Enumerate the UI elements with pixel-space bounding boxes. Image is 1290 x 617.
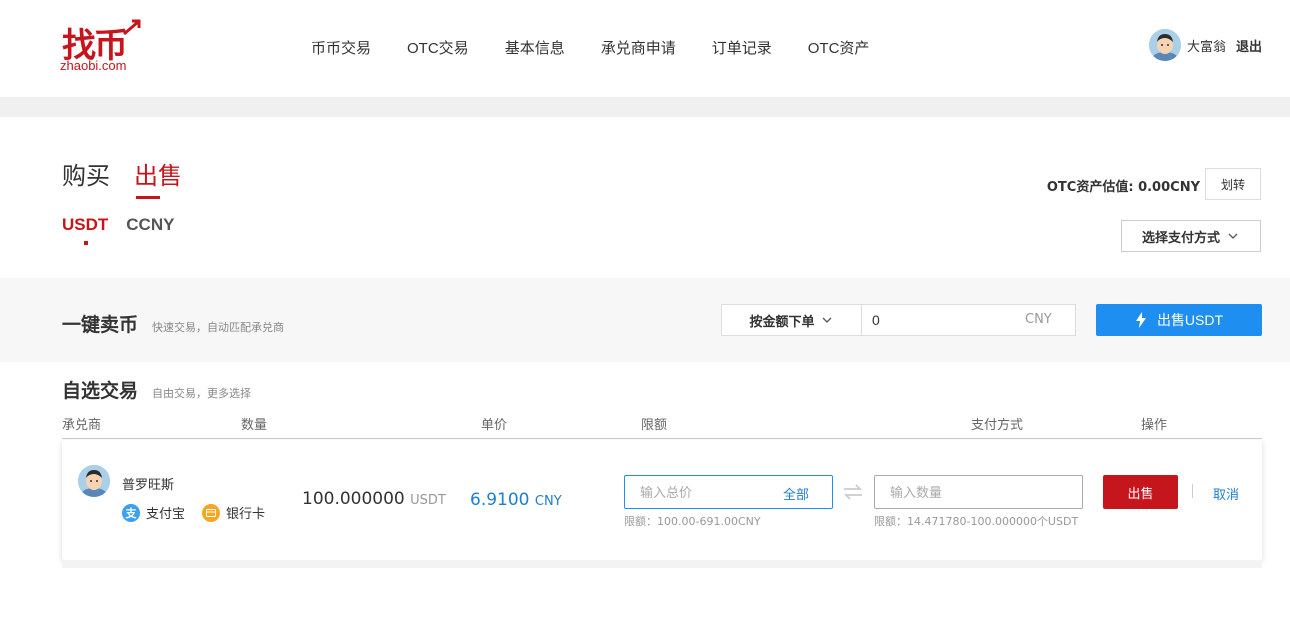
payment-alipay-label: 支付宝: [146, 507, 186, 522]
avatar[interactable]: [1148, 29, 1181, 61]
payment-method-label: 选择支付方式: [1141, 229, 1220, 245]
transfer-button[interactable]: 划转: [1205, 168, 1261, 200]
tab-buy[interactable]: 购买: [62, 156, 110, 191]
header-quantity: 数量: [241, 418, 268, 433]
header-divider: [0, 97, 1290, 117]
nav-coin-trading[interactable]: 币币交易: [311, 37, 371, 58]
sell-usdt-label: 出售USDT: [1156, 312, 1224, 328]
avatar: [78, 465, 110, 497]
header-price: 单价: [481, 418, 508, 433]
payment-bankcard-label: 银行卡: [226, 507, 266, 522]
quantity-value: 100.000000 USDT: [302, 489, 446, 509]
amount-unit: CNY: [1025, 312, 1052, 327]
self-select-title: 自选交易: [62, 380, 139, 402]
quantity-limit: 限额：14.471780-100.000000个USDT: [874, 515, 1079, 528]
quick-sell-subtitle: 快速交易，自动匹配承兑商: [152, 321, 284, 334]
logo-arrow-icon: [123, 19, 141, 36]
order-mode-label: 按金额下单: [749, 313, 815, 329]
nav-order-records[interactable]: 订单记录: [712, 37, 772, 58]
merchant-name: 普罗旺斯: [122, 478, 175, 493]
logo[interactable]: 找币 zhaobi.com: [60, 18, 150, 78]
user-area: 大富翁 退出: [1148, 29, 1262, 61]
header-payment: 支付方式: [971, 418, 1024, 433]
logout-link[interactable]: 退出: [1236, 36, 1262, 55]
merchant-avatar-icon: [78, 465, 110, 497]
action-divider: [1192, 484, 1193, 498]
coin-tab-usdt[interactable]: USDT: [62, 215, 108, 245]
quick-sell-title: 一键卖币: [62, 314, 139, 336]
price-unit: CNY: [534, 494, 562, 509]
price-limit: 限额：100.00-691.00CNY: [624, 515, 761, 528]
coin-tab-ccny[interactable]: CCNY: [126, 215, 174, 235]
tab-sell[interactable]: 出售: [134, 156, 182, 199]
nav-otc-assets[interactable]: OTC资产: [808, 37, 870, 58]
quantity-unit: USDT: [410, 493, 446, 508]
asset-valuation: OTC资产估值: 0.00CNY: [1047, 176, 1200, 195]
cancel-link[interactable]: 取消: [1213, 484, 1239, 503]
main-nav: 币币交易 OTC交易 基本信息 承兑商申请 订单记录 OTC资产: [311, 37, 905, 58]
lightning-icon: [1135, 312, 1146, 328]
bank-card-icon: [202, 503, 220, 522]
sell-button[interactable]: 出售: [1103, 475, 1178, 509]
asset-value: 0.00CNY: [1138, 180, 1200, 195]
all-link[interactable]: 全部: [783, 484, 809, 503]
quantity-number: 100.000000: [302, 489, 405, 509]
header-limit: 限额: [641, 418, 668, 433]
quick-sell-panel: 一键卖币 快速交易，自动匹配承兑商 按金额下单 CNY 出售USDT: [0, 278, 1290, 362]
nav-merchant-apply[interactable]: 承兑商申请: [601, 37, 676, 58]
logo-domain: zhaobi.com: [60, 58, 127, 73]
payment-alipay: 支 支付宝: [122, 503, 185, 522]
swap-icon: [843, 484, 863, 500]
nav-basic-info[interactable]: 基本信息: [505, 37, 565, 58]
coin-tabs: USDT CCNY: [62, 215, 192, 245]
alipay-icon: 支: [122, 503, 140, 522]
sell-usdt-button[interactable]: 出售USDT: [1096, 304, 1262, 336]
chevron-down-icon: [822, 317, 831, 323]
table-row: 普罗旺斯 支 支付宝 银行卡 100.000000 USDT 6.9100 CN…: [62, 440, 1262, 560]
header: 找币 zhaobi.com 币币交易 OTC交易 基本信息 承兑商申请 订单记录…: [0, 0, 1290, 97]
order-mode-select[interactable]: 按金额下单: [721, 304, 862, 336]
self-select-subtitle: 自由交易，更多选择: [152, 387, 251, 400]
price-value: 6.9100 CNY: [470, 490, 562, 510]
table-header: 承兑商 数量 单价 限额 支付方式 操作: [62, 414, 1262, 439]
price-number: 6.9100: [470, 490, 530, 510]
header-merchant: 承兑商: [62, 418, 102, 433]
asset-label: OTC资产估值:: [1046, 180, 1134, 195]
payment-bankcard: 银行卡: [202, 503, 265, 522]
quantity-input[interactable]: [874, 475, 1083, 509]
nav-otc-trading[interactable]: OTC交易: [407, 37, 469, 58]
chevron-down-icon: [1228, 233, 1238, 239]
header-action: 操作: [1141, 418, 1168, 433]
user-name[interactable]: 大富翁: [1187, 36, 1226, 55]
row-footer-strip: [62, 560, 1262, 568]
trade-tabs: 购买 出售: [62, 156, 206, 199]
payment-method-select[interactable]: 选择支付方式: [1121, 220, 1261, 252]
user-avatar-icon: [1148, 29, 1181, 61]
